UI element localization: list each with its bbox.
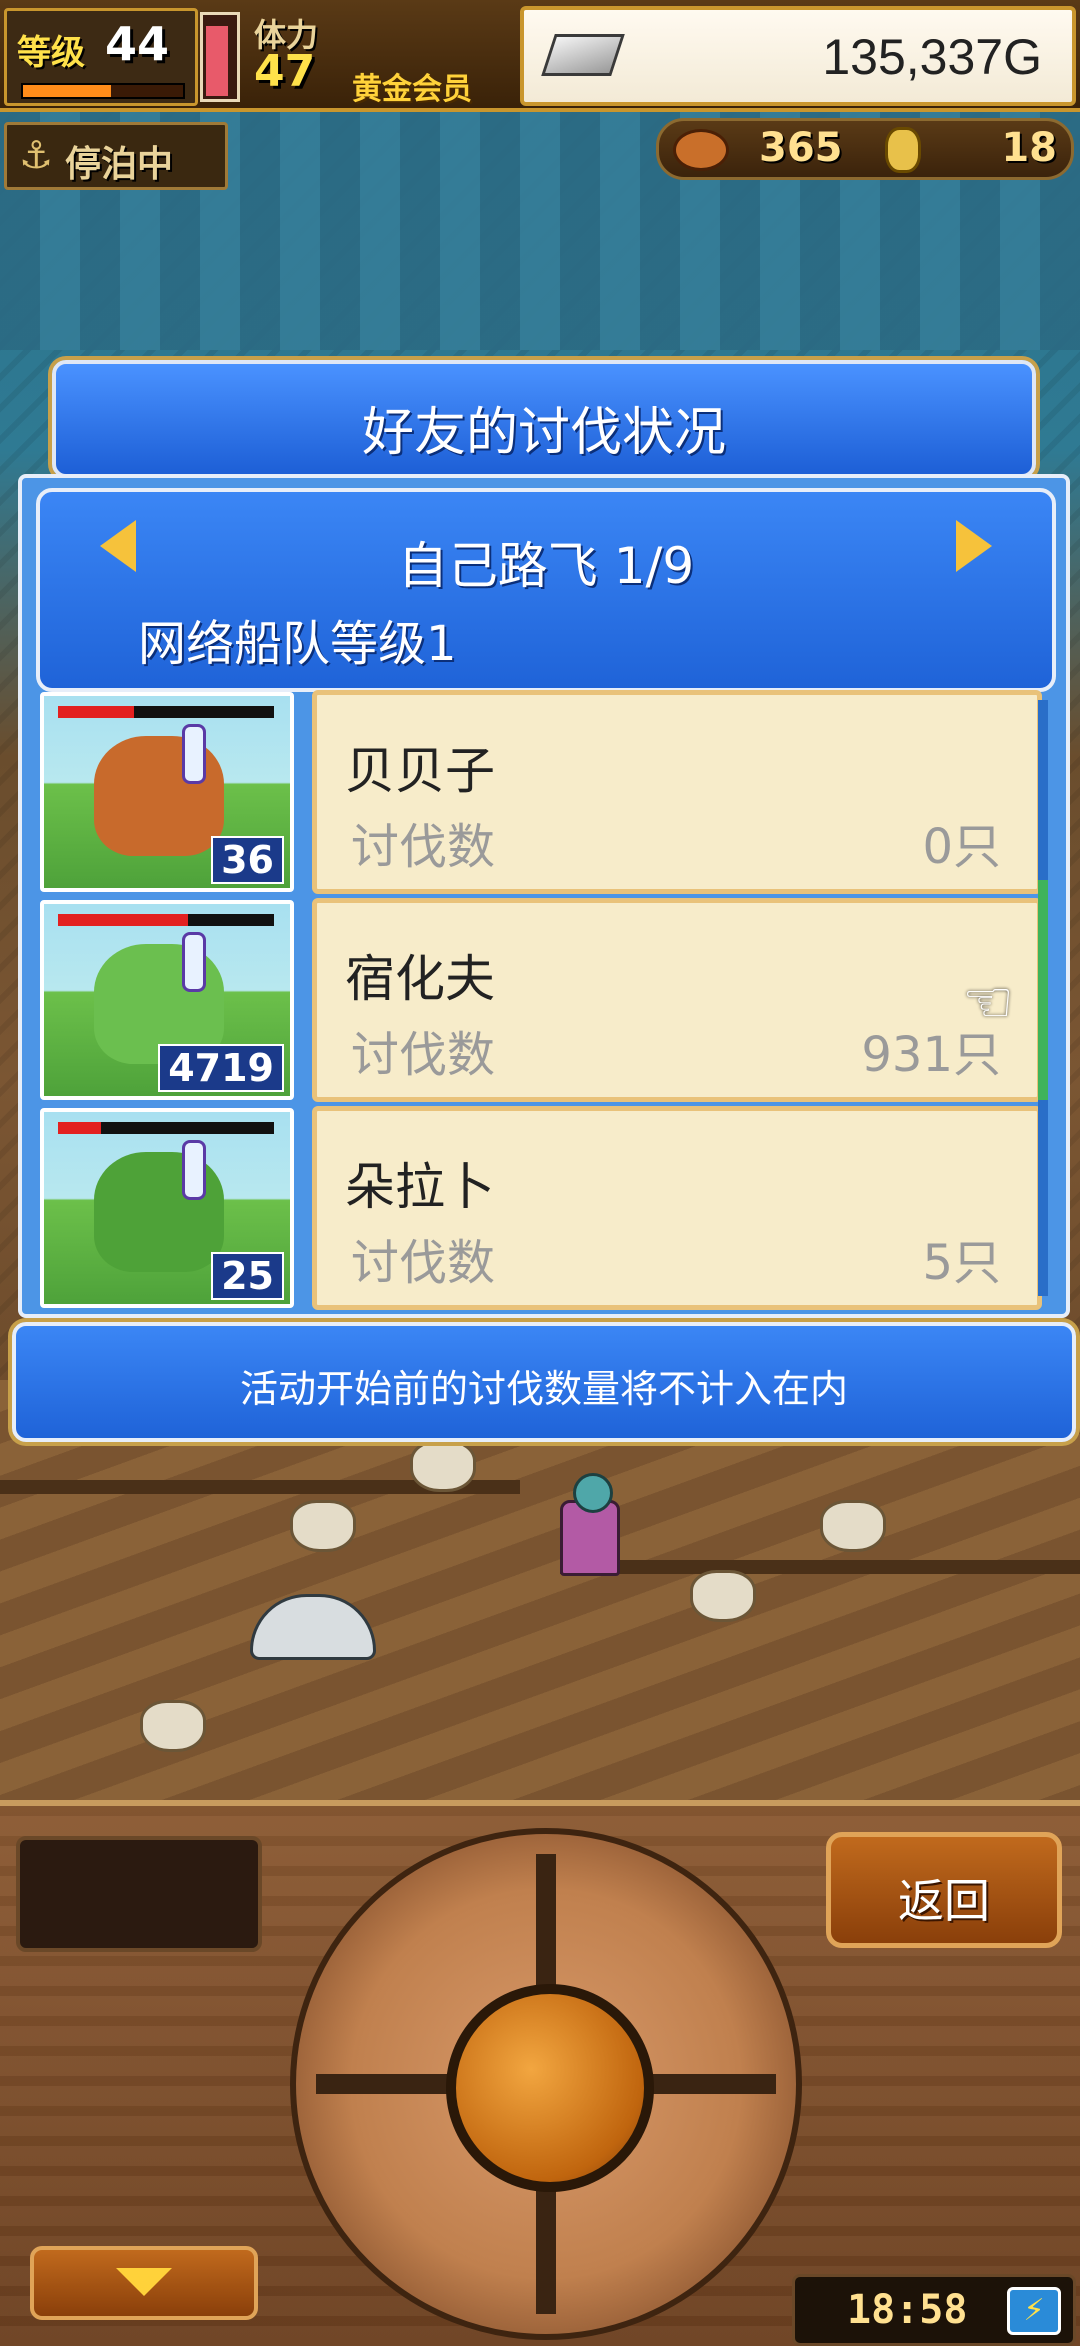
top-hud: 等级 44 体力 47 黄金会员 135,337G <box>0 0 1080 112</box>
list-item[interactable]: 4719 宿化夫 讨伐数 931只 <box>34 896 1042 1102</box>
exp-bar-fill <box>23 85 111 97</box>
hp-bar-fill <box>58 706 134 718</box>
hunt-status-panel: 自己路飞 1/9 网络船队等级1 36 贝贝子 讨伐数 0只 4719 宿化夫 … <box>18 474 1070 1318</box>
control-panel: 返回 18:58 ⚡ <box>0 1800 1080 2346</box>
notice-banner: 活动开始前的讨伐数量将不计入在内 <box>12 1322 1076 1442</box>
hp-bar <box>58 914 274 926</box>
kill-count-value: 0只 <box>922 819 1001 875</box>
stamina-value: 47 <box>254 46 316 97</box>
resource-panel: 365 18 <box>656 118 1074 180</box>
hp-bar <box>58 1122 274 1134</box>
dial-center-button[interactable] <box>446 1984 654 2192</box>
player-name: 自己路飞 1/9 <box>397 537 695 595</box>
gold-panel[interactable]: 135,337G <box>520 6 1076 106</box>
crew-character[interactable] <box>560 1473 620 1576</box>
stamina-gauge-fill <box>206 25 228 96</box>
monster-count: 4719 <box>158 1044 284 1092</box>
cargo-sack[interactable] <box>290 1500 356 1552</box>
cargo-sack[interactable] <box>690 1570 756 1622</box>
hp-bar-fill <box>58 914 188 926</box>
exclamation-icon <box>182 932 206 992</box>
coin-value: 18 <box>1001 125 1057 171</box>
monster-portrait: 36 <box>40 692 294 892</box>
cargo-sack[interactable] <box>410 1440 476 1492</box>
info-slot <box>16 1836 262 1952</box>
next-arrow-icon[interactable] <box>956 520 992 572</box>
monster-count: 25 <box>211 1252 284 1300</box>
silver-bar-icon <box>541 34 625 76</box>
kill-count-label: 讨伐数 <box>351 819 496 875</box>
kill-count-label: 讨伐数 <box>351 1235 496 1291</box>
meat-icon <box>673 129 729 171</box>
food-value: 365 <box>759 125 843 171</box>
dialog-title-bar: 好友的讨伐状况 <box>52 360 1036 478</box>
anchor-icon: ⚓ <box>19 133 54 177</box>
fleet-level: 网络船队等级1 <box>138 616 457 672</box>
list-item[interactable]: 25 朵拉卜 讨伐数 5只 <box>34 1104 1042 1310</box>
monster-name: 朵拉卜 <box>345 1158 495 1216</box>
ship-wheel-dial[interactable] <box>290 1828 802 2340</box>
coin-icon <box>885 127 921 173</box>
back-button-label: 返回 <box>898 1874 990 1928</box>
pointing-hand-icon: ☜ <box>962 968 1014 1036</box>
level-panel: 等级 44 <box>4 8 198 106</box>
chevron-down-icon <box>116 2268 172 2296</box>
exclamation-icon <box>182 1140 206 1200</box>
gold-value: 135,337G <box>822 29 1042 85</box>
monster-portrait: 4719 <box>40 900 294 1100</box>
player-header: 自己路飞 1/9 网络船队等级1 <box>36 488 1056 692</box>
moored-status: ⚓ 停泊中 <box>4 122 228 190</box>
exp-bar <box>21 83 185 99</box>
battery-charging-icon: ⚡ <box>1007 2287 1061 2335</box>
list-item[interactable]: 36 贝贝子 讨伐数 0只 <box>34 688 1042 894</box>
monster-count: 36 <box>211 836 284 884</box>
level-value: 44 <box>105 17 170 71</box>
kill-count-value: 5只 <box>922 1235 1001 1291</box>
exclamation-icon <box>182 724 206 784</box>
scrollbar-thumb[interactable] <box>1038 880 1048 1100</box>
monster-portrait: 25 <box>40 1108 294 1308</box>
menu-down-button[interactable] <box>30 2246 258 2320</box>
deck-railing <box>560 1560 1080 1574</box>
cargo-sack[interactable] <box>820 1500 886 1552</box>
clock-time: 18:58 <box>847 2287 968 2333</box>
level-label: 等级 <box>17 33 85 73</box>
clock-panel: 18:58 ⚡ <box>792 2274 1076 2346</box>
monster-card: 贝贝子 讨伐数 0只 <box>312 690 1042 894</box>
hp-bar-fill <box>58 1122 102 1134</box>
cargo-sack[interactable] <box>140 1700 206 1752</box>
monster-list[interactable]: 36 贝贝子 讨伐数 0只 4719 宿化夫 讨伐数 931只 25 朵拉卜 讨… <box>34 688 1042 1310</box>
membership-badge: 黄金会员 <box>352 72 472 107</box>
dialog-title: 好友的讨伐状况 <box>361 403 726 463</box>
monster-name: 宿化夫 <box>345 950 495 1008</box>
monster-card: 宿化夫 讨伐数 931只 <box>312 898 1042 1102</box>
monster-card: 朵拉卜 讨伐数 5只 <box>312 1106 1042 1310</box>
hp-bar <box>58 706 274 718</box>
list-scrollbar[interactable] <box>1038 700 1048 1296</box>
moored-status-label: 停泊中 <box>65 144 174 185</box>
back-button[interactable]: 返回 <box>826 1832 1062 1948</box>
kill-count-label: 讨伐数 <box>351 1027 496 1083</box>
stamina-gauge <box>200 12 240 102</box>
monster-name: 贝贝子 <box>345 742 495 800</box>
notice-text: 活动开始前的讨伐数量将不计入在内 <box>239 1367 848 1411</box>
